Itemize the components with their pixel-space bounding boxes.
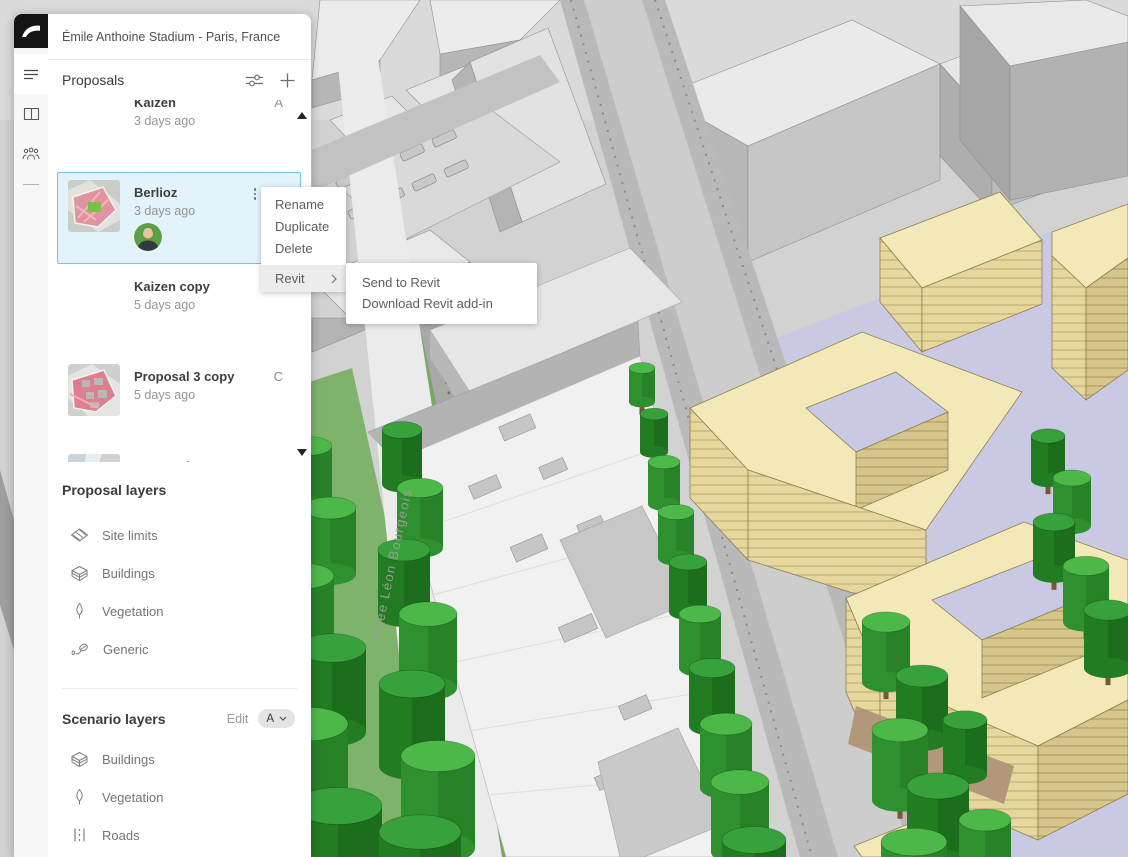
left-panel: Émile Anthoine Stadium - Paris, France P… — [14, 14, 311, 857]
generic-icon — [70, 641, 90, 658]
revit-submenu: Send to Revit Download Revit add-in — [346, 263, 537, 324]
proposals-panel-icon — [23, 68, 39, 81]
proposal-item-proposal-5[interactable]: Proposal 5 7 days ago J — [48, 446, 311, 462]
scenario-layer-roads[interactable]: Roads — [48, 816, 311, 854]
scroll-up-arrow[interactable] — [297, 112, 307, 119]
proposal-item-proposal-3-copy[interactable]: Proposal 3 copy 5 days ago C — [48, 356, 311, 446]
proposal-thumbnail — [68, 364, 120, 416]
scenario-layers-header: Scenario layers Edit A — [48, 709, 311, 728]
scenario-badge: A — [266, 713, 274, 725]
layer-label: Buildings — [102, 566, 155, 581]
proposal-name: Proposal 5 — [134, 459, 200, 462]
proposals-heading: Proposals — [62, 72, 124, 88]
proposal-item-clipped[interactable]: Kaizen 3 days ago A — [48, 100, 311, 172]
proposal-thumbnail — [68, 100, 120, 142]
proposal-thumbnail — [68, 274, 120, 326]
navigation-rail — [14, 14, 48, 857]
site-limits-icon — [70, 527, 89, 543]
proposal-name: Berlioz — [134, 185, 195, 200]
layer-generic[interactable]: Generic — [48, 630, 311, 668]
layer-label: Roads — [102, 828, 140, 843]
proposal-date: 3 days ago — [134, 204, 195, 218]
menu-item-revit[interactable]: Revit — [261, 265, 346, 292]
scenario-layer-buildings[interactable]: Buildings — [48, 740, 311, 778]
layer-site-limits[interactable]: Site limits — [48, 516, 311, 554]
layer-vegetation[interactable]: Vegetation — [48, 592, 311, 630]
menu-item-rename[interactable]: Rename — [261, 194, 346, 216]
scenario-layer-vegetation[interactable]: Vegetation — [48, 778, 311, 816]
scenario-layers-heading: Scenario layers — [62, 711, 166, 727]
panel-content: Émile Anthoine Stadium - Paris, France P… — [48, 14, 311, 857]
library-book-icon — [23, 107, 40, 121]
proposal-layers-heading: Proposal layers — [48, 482, 311, 498]
chevron-down-icon — [279, 716, 287, 721]
rail-divider — [23, 184, 39, 185]
revit-label: Revit — [275, 271, 305, 286]
scroll-down-arrow[interactable] — [297, 449, 307, 456]
scenario-selector[interactable]: A — [258, 709, 295, 728]
layer-label: Vegetation — [102, 790, 163, 805]
roads-icon — [70, 827, 89, 843]
proposal-name: Kaizen — [134, 100, 195, 110]
proposal-date: 5 days ago — [134, 298, 210, 312]
project-title: Émile Anthoine Stadium - Paris, France — [48, 14, 311, 60]
rail-tab-collaborate[interactable] — [14, 134, 48, 174]
proposal-name: Kaizen copy — [134, 279, 210, 294]
section-divider — [62, 688, 297, 689]
buildings-icon — [70, 565, 89, 582]
proposal-date: 5 days ago — [134, 388, 234, 402]
item-options-kebab-icon[interactable] — [248, 185, 262, 203]
buildings-icon — [70, 751, 89, 768]
layer-buildings[interactable]: Buildings — [48, 554, 311, 592]
user-avatar — [134, 223, 162, 251]
layer-label: Vegetation — [102, 604, 163, 619]
rail-tab-library[interactable] — [14, 94, 48, 134]
people-icon — [22, 147, 40, 161]
avatar-letter: J — [277, 459, 284, 462]
layer-label: Generic — [103, 642, 149, 657]
proposal-date: 3 days ago — [134, 114, 195, 128]
avatar-letter: A — [274, 100, 283, 110]
forma-logo[interactable] — [14, 14, 48, 48]
add-proposal-button[interactable] — [280, 73, 295, 88]
menu-item-send-to-revit[interactable]: Send to Revit — [346, 272, 537, 293]
proposal-context-menu: Rename Duplicate Delete Revit — [261, 187, 346, 292]
rail-tab-proposals[interactable] — [14, 54, 48, 94]
avatar-letter: C — [274, 369, 283, 384]
proposal-thumbnail — [68, 180, 120, 232]
layer-label: Site limits — [102, 528, 158, 543]
menu-item-delete[interactable]: Delete — [261, 238, 346, 260]
filter-sliders-icon[interactable] — [246, 74, 264, 87]
menu-item-download-revit-addin[interactable]: Download Revit add-in — [346, 293, 537, 314]
menu-item-duplicate[interactable]: Duplicate — [261, 216, 346, 238]
proposals-header: Proposals — [48, 60, 311, 100]
vegetation-icon — [70, 602, 89, 620]
proposal-thumbnail — [68, 454, 120, 462]
proposal-name: Proposal 3 copy — [134, 369, 234, 384]
edit-scenario-button[interactable]: Edit — [227, 712, 249, 726]
chevron-right-icon — [331, 274, 337, 284]
vegetation-icon — [70, 788, 89, 806]
layer-label: Buildings — [102, 752, 155, 767]
